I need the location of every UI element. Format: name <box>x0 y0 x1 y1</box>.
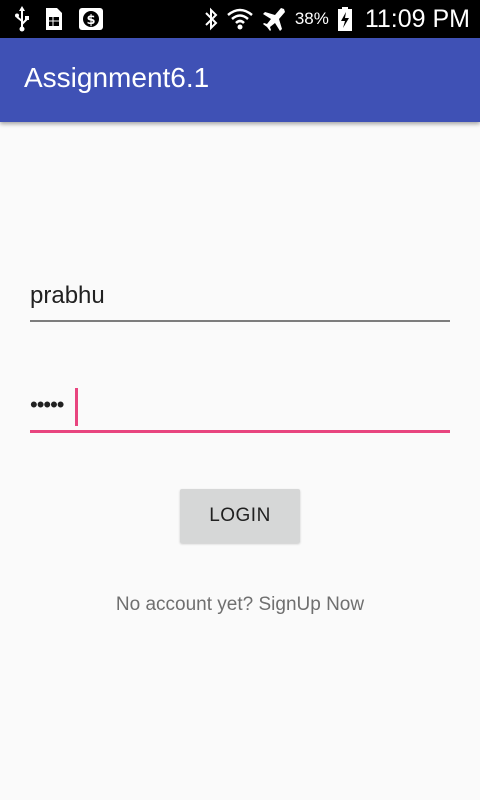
status-bar: $ 38% 11:09 PM <box>0 0 480 38</box>
battery-percent: 38% <box>294 9 329 28</box>
password-value: ••••• <box>30 392 65 417</box>
svg-text:$: $ <box>86 13 95 28</box>
app-title: Assignment6.1 <box>24 62 210 93</box>
usb-icon <box>14 6 30 32</box>
text-cursor <box>75 388 78 426</box>
password-field[interactable]: ••••• <box>30 386 450 433</box>
status-bar-system: 38% 11:09 PM <box>203 4 470 34</box>
status-bar-notifications: $ <box>14 4 104 34</box>
login-button[interactable]: LOGIN <box>180 489 300 543</box>
signup-link[interactable]: No account yet? SignUp Now <box>0 594 480 616</box>
dollar-app-icon: $ <box>78 6 104 32</box>
username-field[interactable]: prabhu <box>30 278 450 322</box>
app-bar: Assignment6.1 <box>0 38 480 122</box>
bluetooth-icon <box>203 6 219 32</box>
airplane-mode-icon <box>261 6 287 32</box>
username-value: prabhu <box>30 282 105 309</box>
clock: 11:09 PM <box>364 4 470 33</box>
battery-charging-icon <box>337 6 353 32</box>
sim-card-icon <box>44 6 64 32</box>
wifi-icon <box>227 7 253 31</box>
